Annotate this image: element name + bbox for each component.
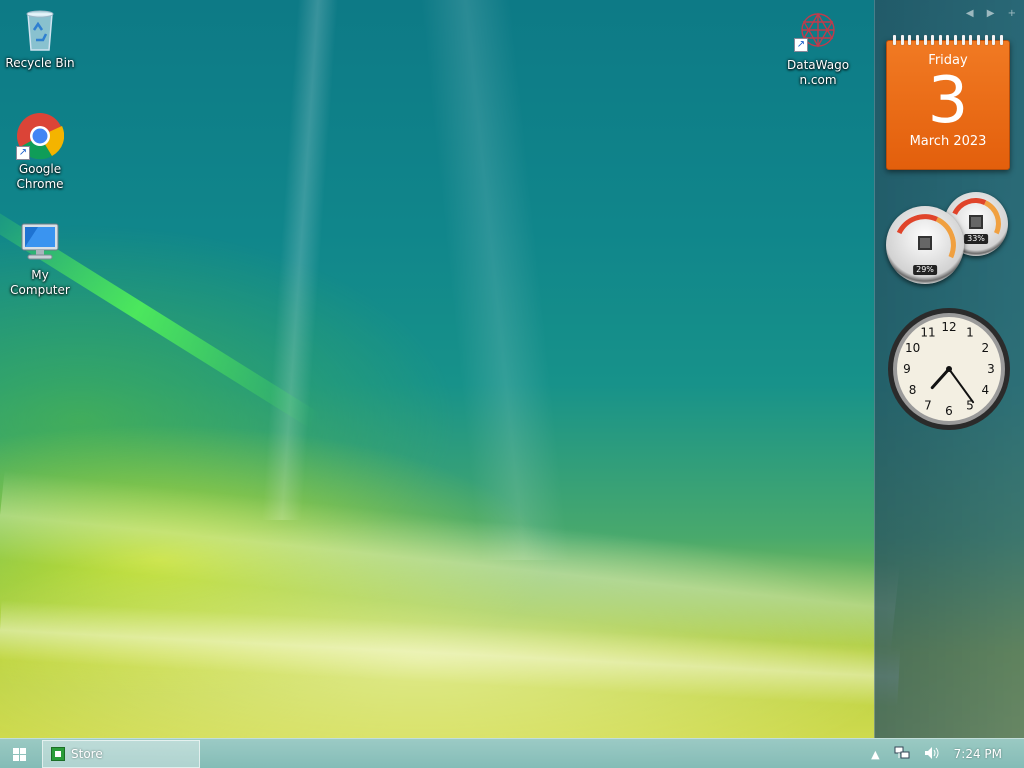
store-icon	[51, 747, 65, 761]
calendar-rings	[893, 35, 1003, 45]
wallpaper-streak	[420, 0, 570, 560]
wallpaper-streak	[261, 0, 339, 520]
clock-numeral: 11	[920, 326, 935, 340]
add-icon[interactable]: +	[1008, 8, 1016, 19]
calendar-day-number: 3	[927, 64, 969, 138]
desktop-icon-label: DataWagon.com	[786, 58, 850, 87]
datawagon-icon: ↗	[794, 8, 842, 56]
cpu-chip-icon	[918, 236, 932, 250]
network-icon[interactable]	[894, 746, 910, 763]
windows-logo-icon	[12, 747, 26, 761]
start-button[interactable]	[0, 739, 38, 768]
taskbar-item-store[interactable]: Store	[42, 740, 200, 768]
clock-numeral: 9	[903, 362, 911, 376]
clock-numeral: 2	[982, 341, 990, 355]
calendar-gadget[interactable]: Friday 3 March 2023	[886, 35, 1010, 170]
clock-numeral: 8	[909, 383, 917, 397]
memory-percent: 33%	[964, 234, 988, 245]
clock-numeral: 4	[982, 383, 990, 397]
desktop-icon-label: Google Chrome	[16, 162, 64, 191]
desktop-icon-my-computer[interactable]: My Computer	[0, 218, 80, 298]
cpu-meter-gadget[interactable]: 33% 29%	[885, 191, 1012, 285]
desktop-icon-label: Recycle Bin	[5, 56, 75, 70]
volume-icon[interactable]	[924, 746, 940, 763]
shortcut-arrow-icon: ↗	[16, 146, 30, 160]
clock-numeral: 3	[987, 362, 995, 376]
clock-gadget[interactable]: 12 1 2 3 4 5 6 7 8 9 10 11	[886, 306, 1012, 432]
chrome-icon: ↗	[16, 112, 65, 160]
shortcut-arrow-icon: ↗	[794, 38, 808, 52]
taskbar-clock[interactable]: 7:24 PM	[954, 747, 1002, 761]
calendar-month-year: March 2023	[909, 134, 987, 149]
clock-numeral: 12	[941, 320, 956, 334]
clock-numeral: 10	[905, 341, 920, 355]
taskbar-item-label: Store	[71, 747, 103, 761]
memory-icon	[969, 215, 983, 229]
cpu-percent: 29%	[913, 264, 937, 275]
cpu-gauge: 29%	[885, 205, 965, 285]
recycle-bin-icon	[16, 6, 64, 54]
system-tray: ▲ 7:24 PM	[871, 739, 1024, 768]
taskbar: Store ▲ 7:24 PM	[0, 738, 1024, 768]
desktop-icon-recycle-bin[interactable]: Recycle Bin	[0, 6, 80, 71]
computer-icon	[16, 218, 64, 266]
next-icon[interactable]: ▶	[987, 8, 995, 19]
show-hidden-icons-chevron[interactable]: ▲	[871, 748, 879, 761]
clock-numeral: 1	[966, 326, 974, 340]
clock-numeral: 6	[945, 404, 953, 418]
desktop-icon-google-chrome[interactable]: ↗ Google Chrome	[0, 112, 80, 192]
desktop-icon-datawagon[interactable]: ↗ DataWagon.com	[778, 8, 858, 88]
analog-clock: 12 1234567891011	[888, 308, 1010, 430]
wallpaper-streak	[0, 600, 901, 708]
wallpaper-streak	[0, 470, 900, 654]
clock-numeral: 7	[924, 398, 932, 412]
desktop-icon-label: My Computer	[10, 268, 70, 297]
previous-icon[interactable]: ◀	[966, 8, 974, 19]
sidebar-controls: ◀ ▶ +	[956, 8, 1016, 19]
